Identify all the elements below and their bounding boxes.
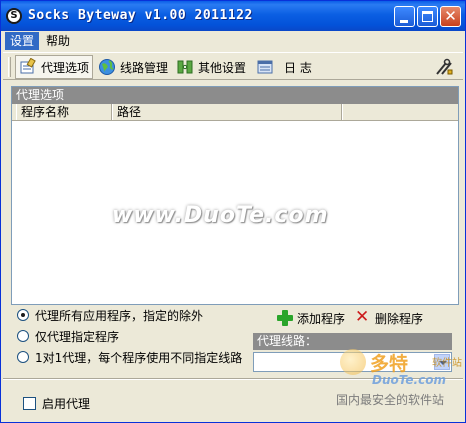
tab-route-management-label: 线路管理 <box>120 60 169 75</box>
proxy-panel-header: 代理选项 <box>12 87 458 104</box>
proxy-program-panel: 代理选项 程序名称 路径 www.DuoTe.com <box>11 86 459 305</box>
app-window: S Socks Byteway v1.00 2011122 ✕ 设置 帮助 代理… <box>0 0 466 423</box>
menu-bar: 设置 帮助 <box>3 31 463 51</box>
title-bar[interactable]: S Socks Byteway v1.00 2011122 ✕ <box>1 1 465 31</box>
enable-proxy-label: 启用代理 <box>42 397 91 411</box>
maximize-button[interactable] <box>417 6 438 27</box>
site-watermark-tagline: 国内最安全的软件站 <box>336 393 445 407</box>
site-watermark-domain: DuoTe.com <box>372 373 446 387</box>
program-list[interactable]: www.DuoTe.com <box>12 121 458 304</box>
site-watermark-logo-sub: 软件站 <box>432 358 462 369</box>
duote-logo-icon <box>340 349 366 375</box>
menu-help[interactable]: 帮助 <box>41 32 75 50</box>
radio-proxy-specified-label: 仅代理指定程序 <box>35 329 120 344</box>
toolbar: 代理选项 线路管理 其他设置 日 志 <box>3 52 463 80</box>
tab-log-label: 日 志 <box>284 60 312 75</box>
site-watermark: 多特 软件站 DuoTe.com 国内最安全的软件站 <box>336 349 464 413</box>
column-spacer <box>342 104 456 120</box>
enable-proxy-box[interactable] <box>23 397 36 410</box>
tab-proxy-options-label: 代理选项 <box>41 60 90 75</box>
close-button[interactable]: ✕ <box>440 6 461 27</box>
radio-proxy-one-to-one-dot[interactable] <box>17 351 29 363</box>
tools-icon[interactable] <box>434 57 454 77</box>
radio-proxy-specified-dot[interactable] <box>17 330 29 342</box>
enable-proxy-checkbox[interactable]: 启用代理 <box>23 395 90 412</box>
radio-proxy-all-label: 代理所有应用程序，指定的除外 <box>35 308 204 323</box>
app-logo-icon[interactable]: S <box>6 8 22 24</box>
radio-proxy-all[interactable]: 代理所有应用程序，指定的除外 <box>17 307 203 323</box>
minimize-icon <box>400 20 408 23</box>
globe-icon <box>99 59 115 75</box>
delete-program-button[interactable]: ✕ 删除程序 <box>355 307 424 327</box>
log-icon <box>257 60 273 74</box>
proxy-options-icon <box>20 58 36 74</box>
network-settings-icon <box>177 60 193 74</box>
minimize-button[interactable] <box>394 6 415 27</box>
column-program-name[interactable]: 程序名称 <box>16 104 112 120</box>
radio-proxy-all-dot[interactable] <box>17 309 29 321</box>
column-path[interactable]: 路径 <box>112 104 342 120</box>
add-icon <box>277 310 293 326</box>
tab-route-management[interactable]: 线路管理 <box>95 55 171 79</box>
maximize-icon <box>422 11 433 22</box>
proxy-route-label: 代理线路： <box>253 333 452 350</box>
close-icon: ✕ <box>444 7 457 25</box>
delete-program-label: 删除程序 <box>375 311 424 326</box>
radio-proxy-specified[interactable]: 仅代理指定程序 <box>17 328 119 344</box>
radio-proxy-one-to-one[interactable]: 1对1代理，每个程序使用不同指定线路 <box>17 349 242 365</box>
add-program-button[interactable]: 添加程序 <box>277 309 345 327</box>
menu-settings[interactable]: 设置 <box>5 32 40 50</box>
tab-other-settings[interactable]: 其他设置 <box>173 55 249 79</box>
program-list-header: 程序名称 路径 <box>12 104 458 121</box>
site-watermark-logo: 多特 <box>370 353 409 375</box>
tab-proxy-options[interactable]: 代理选项 <box>15 55 94 79</box>
tab-log[interactable]: 日 志 <box>253 55 315 79</box>
toolbar-grip[interactable] <box>8 57 11 77</box>
list-watermark: www.DuoTe.com <box>112 203 329 228</box>
delete-icon: ✕ <box>355 307 370 327</box>
window-title: Socks Byteway v1.00 2011122 <box>28 8 253 23</box>
radio-proxy-one-to-one-label: 1对1代理，每个程序使用不同指定线路 <box>35 350 243 365</box>
add-program-label: 添加程序 <box>297 311 346 326</box>
tab-other-settings-label: 其他设置 <box>198 60 247 75</box>
